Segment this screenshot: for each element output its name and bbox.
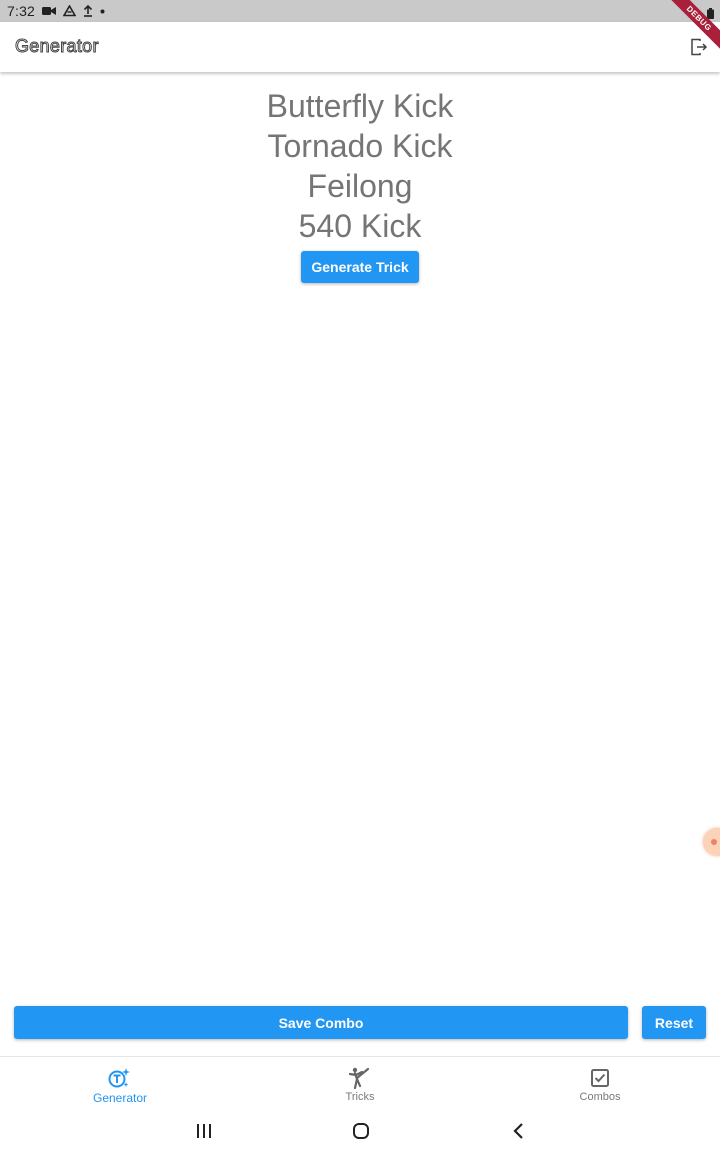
video-camera-icon: [42, 6, 57, 16]
reset-button[interactable]: Reset: [642, 1006, 706, 1039]
upload-icon: [83, 5, 93, 17]
generate-trick-button[interactable]: Generate Trick: [301, 251, 419, 283]
nav-item-tricks[interactable]: Tricks: [240, 1057, 480, 1109]
checkbox-icon: [589, 1067, 611, 1089]
app-bar: Generator: [0, 22, 720, 72]
trick-item: Feilong: [307, 168, 413, 204]
system-nav-bar: [0, 1109, 720, 1152]
logout-icon: [691, 38, 708, 56]
nav-label: Generator: [92, 1091, 148, 1105]
nav-label: Combos: [579, 1091, 621, 1103]
floating-assist-bubble[interactable]: [703, 828, 720, 856]
nav-item-combos[interactable]: Combos: [480, 1057, 720, 1109]
back-icon[interactable]: [508, 1121, 530, 1141]
logout-button[interactable]: [688, 36, 710, 58]
trick-list: Butterfly Kick Tornado Kick Feilong 540 …: [0, 86, 720, 246]
trick-item: Tornado Kick: [267, 128, 453, 164]
drive-icon: [63, 5, 77, 17]
status-icons: [42, 5, 105, 17]
home-icon[interactable]: [350, 1121, 372, 1141]
save-combo-button[interactable]: Save Combo: [14, 1006, 628, 1039]
recent-apps-icon[interactable]: [193, 1121, 215, 1141]
main-content: Butterfly Kick Tornado Kick Feilong 540 …: [0, 72, 720, 1056]
generator-icon: [108, 1067, 132, 1089]
trick-item: Butterfly Kick: [266, 88, 454, 124]
nav-label: Tricks: [345, 1091, 375, 1103]
nav-item-generator[interactable]: Generator: [0, 1057, 240, 1109]
kick-icon: [349, 1067, 371, 1089]
bottom-nav: Generator Tricks Combos: [0, 1056, 720, 1110]
status-time: 7:32: [7, 3, 36, 19]
status-bar: 7:32: [0, 0, 720, 22]
dot-icon: [100, 9, 105, 14]
page-title: Generator: [15, 36, 99, 57]
trick-item: 540 Kick: [298, 208, 422, 244]
